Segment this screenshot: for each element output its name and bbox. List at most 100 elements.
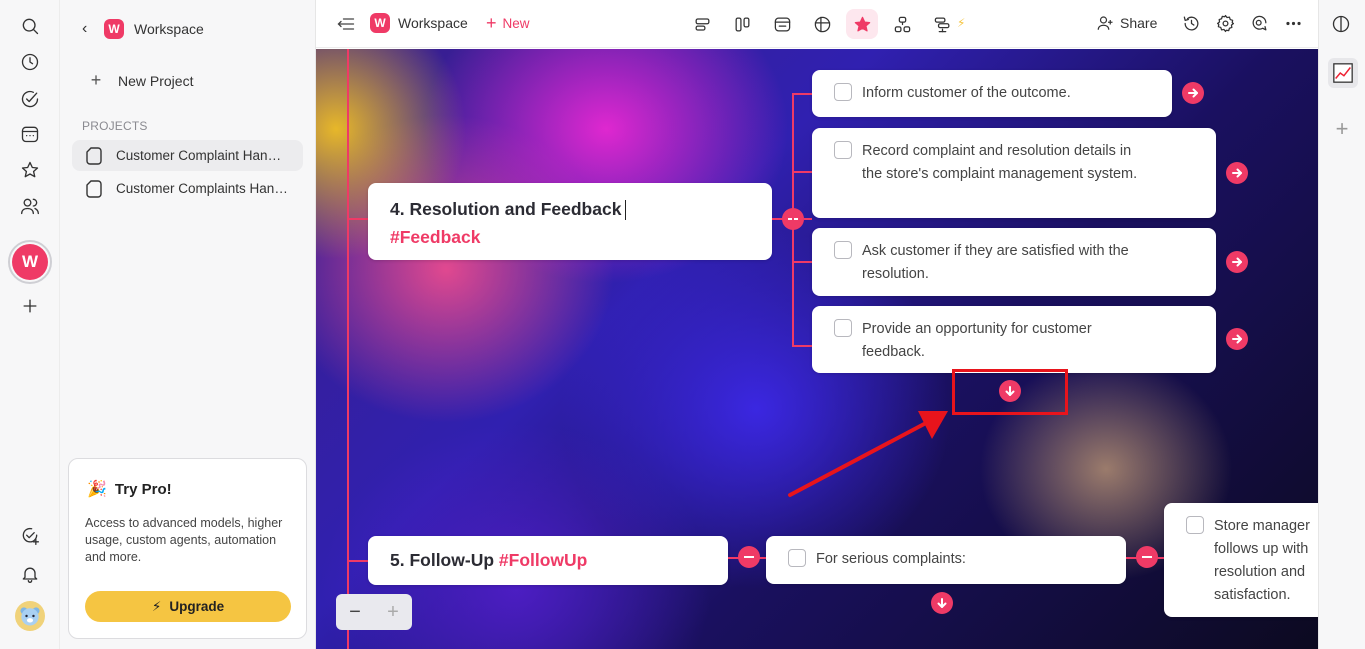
workspace-avatar[interactable]: W: [8, 240, 52, 284]
table-view-icon[interactable]: [806, 9, 838, 39]
gantt-view-icon[interactable]: [926, 9, 958, 39]
task-card[interactable]: Record complaint and resolution details …: [812, 128, 1216, 218]
section-node-follow-up[interactable]: 5. Follow-Up #FollowUp: [368, 536, 728, 585]
task-card[interactable]: Inform customer of the outcome.: [812, 70, 1172, 117]
document-icon: [86, 146, 102, 165]
task-checkbox[interactable]: [1186, 516, 1204, 534]
history-icon[interactable]: [1180, 12, 1202, 34]
calendar-icon[interactable]: [16, 120, 44, 148]
collapse-node-button[interactable]: [738, 546, 760, 568]
project-name: Customer Complaints Handling: [116, 181, 288, 196]
task-checkbox[interactable]: [834, 83, 852, 101]
expand-subtasks-button[interactable]: [931, 592, 953, 614]
minus-icon: [1142, 556, 1152, 558]
section-title-text: 4. Resolution and Feedback: [390, 199, 622, 219]
right-rail: +: [1318, 0, 1365, 649]
subtask-text: Store manager follows up with resolution…: [1214, 518, 1310, 603]
workspace-name: Workspace: [134, 21, 204, 37]
more-icon[interactable]: [1282, 12, 1304, 34]
board-view-icon[interactable]: [726, 9, 758, 39]
project-name: Customer Complaint Handling: [116, 148, 288, 163]
open-task-button[interactable]: [1226, 251, 1248, 273]
connector-line: [804, 218, 812, 220]
star-icon[interactable]: [16, 156, 44, 184]
section-tag: #FollowUp: [498, 550, 588, 570]
upgrade-button[interactable]: ⚡ Upgrade: [85, 591, 291, 622]
search-chat-icon[interactable]: [1248, 12, 1270, 34]
search-icon[interactable]: [16, 12, 44, 40]
share-button[interactable]: Share: [1096, 14, 1157, 32]
plus-icon: +: [90, 70, 102, 90]
zoom-in-button[interactable]: +: [387, 601, 399, 624]
list-view-icon[interactable]: [686, 9, 718, 39]
section-node-resolution-feedback[interactable]: 4. Resolution and Feedback #Feedback: [368, 183, 772, 260]
zoom-out-button[interactable]: −: [349, 601, 361, 624]
connector-line: [792, 93, 812, 95]
calendar-view-icon[interactable]: [766, 9, 798, 39]
mindmap-view-icon[interactable]: [846, 9, 878, 39]
workspace-logo: W: [370, 13, 390, 33]
lightning-icon: ⚡: [957, 16, 966, 30]
text-cursor: [625, 200, 627, 221]
task-text: For serious complaints:: [816, 551, 966, 567]
new-project-button[interactable]: + New Project: [88, 70, 194, 91]
try-pro-description: Access to advanced models, higher usage,…: [85, 516, 283, 564]
chart-panel-icon[interactable]: [1328, 58, 1358, 88]
project-item[interactable]: Customer Complaint Handling: [72, 140, 303, 171]
chevron-left-icon[interactable]: ‹: [82, 20, 94, 38]
workspace-avatar-letter: W: [12, 244, 48, 280]
user-avatar[interactable]: [15, 601, 45, 631]
flow-view-icon[interactable]: [886, 9, 918, 39]
open-task-button[interactable]: [1226, 328, 1248, 350]
workspace-name: Workspace: [398, 15, 468, 31]
task-card[interactable]: Provide an opportunity for customer feed…: [812, 306, 1216, 373]
task-checkbox[interactable]: [788, 549, 806, 567]
projects-heading: PROJECTS: [82, 119, 148, 133]
task-checkbox[interactable]: [834, 319, 852, 337]
check-circle-icon[interactable]: [16, 85, 44, 113]
task-card[interactable]: Store manager follows up with resolution…: [1164, 503, 1318, 617]
split-panel-icon[interactable]: [1331, 14, 1353, 36]
connector-line: [792, 93, 794, 346]
task-text: Ask customer if they are satisfied with …: [862, 243, 1129, 282]
arrow-down-icon: [937, 598, 947, 608]
try-pro-title-text: Try Pro!: [114, 480, 172, 498]
sidebar-header[interactable]: ‹ W Workspace: [82, 16, 204, 42]
task-text-clip: Store manager follows up with resolution…: [1214, 515, 1318, 607]
add-panel-icon[interactable]: +: [1331, 118, 1353, 140]
top-bar: W Workspace + New ⚡ Share: [316, 0, 1318, 48]
task-text: Inform customer of the outcome.: [862, 85, 1071, 101]
zoom-controls: − +: [336, 594, 412, 630]
open-task-button[interactable]: [1182, 82, 1204, 104]
clock-icon[interactable]: [16, 48, 44, 76]
connector-line: [347, 49, 349, 649]
task-card[interactable]: Ask customer if they are satisfied with …: [812, 228, 1216, 296]
task-card[interactable]: For serious complaints:: [766, 536, 1126, 584]
collapse-node-button[interactable]: [1136, 546, 1158, 568]
lightning-icon: ⚡: [151, 598, 162, 614]
try-pro-title: 🎉 Try Pro!: [87, 479, 172, 499]
task-checkbox[interactable]: [834, 241, 852, 259]
gear-icon[interactable]: [1214, 12, 1236, 34]
plus-icon: +: [486, 13, 497, 33]
section-title: 4. Resolution and Feedback: [390, 199, 627, 221]
mindmap-canvas[interactable]: 4. Resolution and Feedback #Feedback Inf…: [316, 49, 1318, 649]
task-checkbox[interactable]: [834, 141, 852, 159]
new-button[interactable]: + New: [486, 14, 530, 32]
arrow-right-icon: [1188, 88, 1198, 98]
add-task-icon[interactable]: [16, 522, 44, 550]
collapse-sidebar-icon[interactable]: [336, 14, 356, 34]
minus-icon: [744, 556, 754, 558]
bell-icon[interactable]: [16, 560, 44, 588]
task-text: Record complaint and resolution details …: [862, 143, 1138, 182]
workspace-breadcrumb[interactable]: W Workspace: [370, 13, 468, 33]
task-text: Store manager follows up with resolution…: [1214, 515, 1318, 607]
open-task-button[interactable]: [1226, 162, 1248, 184]
add-workspace-icon[interactable]: [16, 292, 44, 320]
icon-rail: W: [0, 0, 60, 649]
project-item[interactable]: Customer Complaints Handling: [72, 173, 303, 204]
users-icon[interactable]: [16, 192, 44, 220]
section-tag: #Feedback: [390, 227, 481, 247]
workspace-logo: W: [104, 19, 124, 39]
connector-line: [792, 345, 812, 347]
